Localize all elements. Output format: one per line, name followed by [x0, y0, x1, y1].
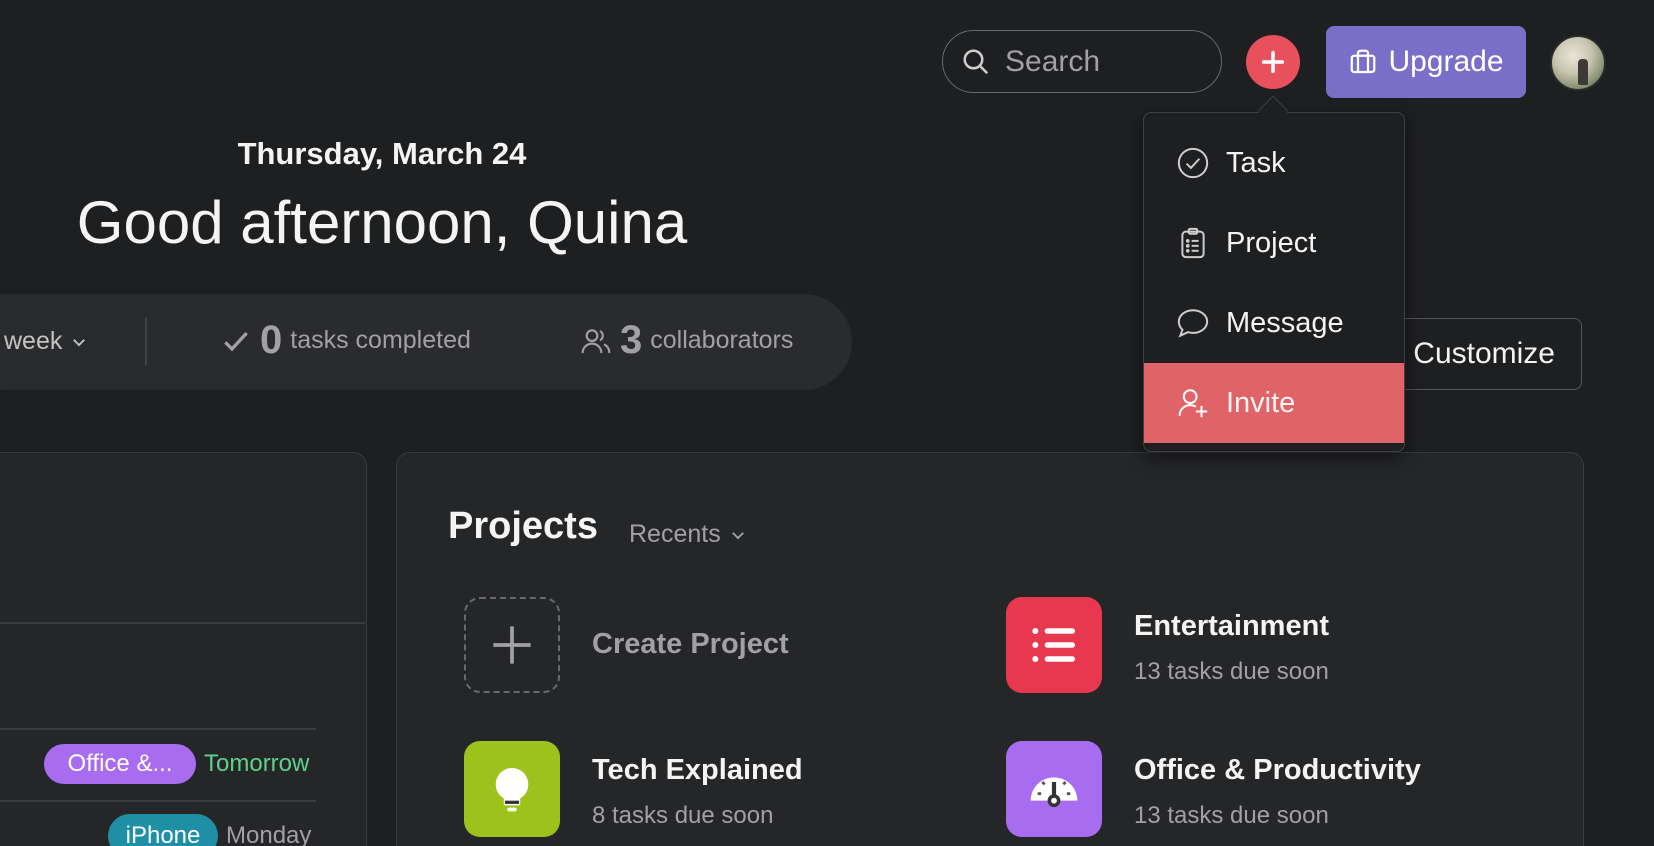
menu-item-message[interactable]: Message	[1144, 283, 1404, 363]
due-date: Monday	[226, 822, 312, 846]
upgrade-label: Upgrade	[1388, 45, 1504, 78]
people-icon	[581, 328, 611, 353]
project-subtitle: 13 tasks due soon	[1134, 658, 1329, 685]
list-icon	[1032, 627, 1075, 663]
briefcase-icon	[1351, 49, 1376, 74]
menu-item-invite[interactable]: Invite	[1144, 363, 1404, 443]
lightbulb-icon	[495, 768, 529, 812]
tasks-completed-label: tasks completed	[290, 326, 471, 354]
due-date: Tomorrow	[204, 750, 310, 777]
menu-item-task[interactable]: Task	[1144, 123, 1404, 203]
project-tag[interactable]: Office &...	[44, 744, 196, 784]
chevron-down-icon	[731, 531, 744, 539]
projects-title: Projects	[448, 505, 598, 547]
search-icon	[963, 49, 989, 74]
check-icon	[224, 331, 248, 351]
project-name[interactable]: Entertainment	[1134, 610, 1329, 643]
tasks-completed-stat: 0 tasks completed	[220, 318, 471, 363]
project-tag[interactable]: iPhone	[108, 814, 218, 846]
greeting-title: Good afternoon, Quina	[76, 189, 688, 256]
projects-filter-label: Recents	[629, 520, 721, 548]
create-menu: Task Project Message Invite	[1143, 112, 1405, 452]
menu-item-project[interactable]: Project	[1144, 203, 1404, 283]
menu-item-label: Task	[1226, 146, 1286, 179]
menu-item-label: Project	[1226, 226, 1317, 259]
project-name[interactable]: Office & Productivity	[1134, 754, 1421, 787]
collaborators-count: 3	[620, 318, 643, 362]
customize-label: Customize	[1413, 337, 1555, 370]
check-circle-icon	[1177, 147, 1209, 179]
divider	[0, 728, 316, 730]
project-tile-entertainment[interactable]	[1006, 597, 1102, 693]
tasks-completed-count: 0	[260, 318, 283, 362]
period-label: week	[4, 327, 63, 355]
divider	[0, 800, 316, 802]
create-project-label[interactable]: Create Project	[592, 628, 789, 661]
tasks-card	[0, 452, 367, 846]
period-selector[interactable]: week	[4, 327, 88, 356]
date-label: Thursday, March 24	[237, 136, 527, 171]
divider	[0, 622, 365, 624]
speech-bubble-icon	[1177, 309, 1209, 338]
plus-icon	[493, 626, 531, 664]
project-tile-office-productivity[interactable]	[1006, 741, 1102, 837]
chevron-down-icon	[73, 338, 86, 346]
gauge-icon	[1030, 777, 1078, 808]
collaborators-label: collaborators	[650, 326, 794, 354]
avatar[interactable]	[1550, 35, 1606, 91]
add-person-icon	[1178, 389, 1208, 418]
project-name[interactable]: Tech Explained	[592, 754, 803, 787]
plus-icon	[1261, 50, 1285, 74]
create-project-tile[interactable]	[464, 597, 560, 693]
menu-item-label: Invite	[1226, 386, 1296, 419]
collaborators-stat: 3 collaborators	[580, 318, 793, 363]
project-subtitle: 13 tasks due soon	[1134, 802, 1329, 829]
search-input[interactable]	[1005, 44, 1205, 79]
stats-divider	[145, 318, 147, 366]
projects-filter-dropdown[interactable]: Recents	[629, 520, 747, 549]
project-subtitle: 8 tasks due soon	[592, 802, 774, 829]
clipboard-list-icon	[1181, 227, 1205, 259]
menu-item-label: Message	[1226, 306, 1344, 339]
search-bar[interactable]	[942, 30, 1222, 93]
project-tile-tech-explained[interactable]	[464, 741, 560, 837]
add-button[interactable]	[1246, 35, 1300, 89]
upgrade-button[interactable]: Upgrade	[1326, 26, 1526, 98]
